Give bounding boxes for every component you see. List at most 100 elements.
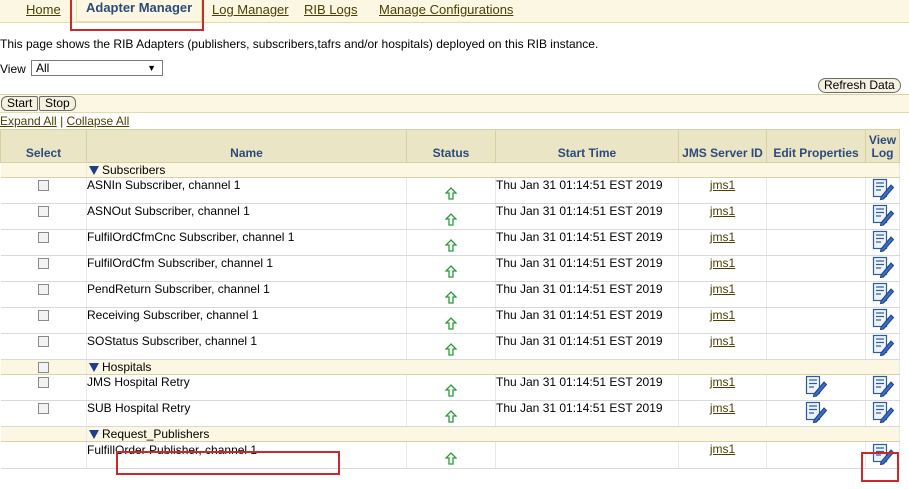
group-select-cell: [0, 426, 87, 442]
view-log-icon[interactable]: [871, 308, 895, 330]
start-time: [495, 441, 679, 469]
view-select[interactable]: All ▼: [31, 60, 163, 76]
jms-server-link[interactable]: jms1: [710, 230, 735, 244]
jms-server-link[interactable]: jms1: [710, 375, 735, 389]
adapter-name: FulfilOrdCfmCnc Subscriber, channel 1: [86, 229, 407, 256]
view-log-icon[interactable]: [871, 334, 895, 356]
header-start-time: Start Time: [495, 129, 679, 163]
tab-manage-configurations[interactable]: Manage Configurations: [379, 2, 513, 17]
start-time: Thu Jan 31 01:14:51 EST 2019: [495, 281, 679, 308]
start-button[interactable]: Start: [1, 96, 39, 111]
group-select-checkbox[interactable]: [37, 362, 49, 374]
up-arrow-icon: [445, 384, 457, 397]
jms-server-link[interactable]: jms1: [710, 308, 735, 322]
jms-server-link[interactable]: jms1: [710, 282, 735, 296]
tab-adapter-manager[interactable]: Adapter Manager: [76, 0, 203, 22]
jms-server-link[interactable]: jms1: [710, 204, 735, 218]
table-row: PendReturn Subscriber, channel 1 Thu Jan…: [0, 281, 900, 308]
chevron-down-icon: ▼: [147, 63, 156, 73]
row-select-checkbox[interactable]: [37, 377, 49, 389]
adapter-name: PendReturn Subscriber, channel 1: [86, 281, 407, 308]
view-log-icon[interactable]: [871, 401, 895, 423]
collapse-all-link[interactable]: Collapse All: [67, 114, 130, 128]
edit-properties-cell: [766, 203, 866, 230]
row-select-checkbox[interactable]: [37, 336, 49, 348]
row-select-checkbox[interactable]: [37, 206, 49, 218]
adapter-name: SOStatus Subscriber, channel 1: [86, 333, 407, 360]
refresh-data-button[interactable]: Refresh Data: [818, 78, 901, 93]
up-arrow-icon: [445, 317, 457, 330]
edit-properties-cell: [766, 441, 866, 469]
start-time: Thu Jan 31 01:14:51 EST 2019: [495, 203, 679, 230]
top-nav: Home Adapter Manager Log Manager RIB Log…: [0, 0, 909, 23]
tab-log-manager[interactable]: Log Manager: [212, 2, 289, 17]
toolbar-band: [0, 78, 909, 95]
tab-rib-logs[interactable]: RIB Logs: [304, 2, 357, 17]
view-log-icon[interactable]: [871, 282, 895, 304]
view-log-icon[interactable]: [871, 178, 895, 200]
row-select-checkbox[interactable]: [37, 284, 49, 296]
adapter-name: Receiving Subscriber, channel 1: [86, 307, 407, 334]
edit-properties-cell: [766, 307, 866, 334]
table-row: FulfilOrdCfm Subscriber, channel 1 Thu J…: [0, 255, 900, 282]
jms-server-link[interactable]: jms1: [710, 442, 735, 456]
edit-properties-cell: [766, 333, 866, 360]
header-status: Status: [406, 129, 496, 163]
view-log-icon[interactable]: [871, 204, 895, 226]
up-arrow-icon: [445, 187, 457, 200]
view-log-icon[interactable]: [871, 256, 895, 278]
adapter-name: SUB Hospital Retry: [86, 400, 407, 427]
up-arrow-icon: [445, 239, 457, 252]
row-select-checkbox[interactable]: [37, 310, 49, 322]
edit-properties-icon[interactable]: [804, 375, 828, 397]
row-select-checkbox[interactable]: [37, 258, 49, 270]
expand-all-link[interactable]: Expand All: [0, 114, 57, 128]
up-arrow-icon: [445, 265, 457, 278]
up-arrow-icon: [445, 452, 457, 465]
adapter-name: FulfillOrder Publisher, channel 1: [86, 441, 407, 469]
triangle-down-icon[interactable]: [89, 363, 99, 372]
start-time: Thu Jan 31 01:14:51 EST 2019: [495, 333, 679, 360]
view-log-icon[interactable]: [871, 375, 895, 397]
group-label: Request_Publishers: [102, 427, 210, 441]
up-arrow-icon: [445, 213, 457, 226]
table-row: Receiving Subscriber, channel 1 Thu Jan …: [0, 307, 900, 334]
row-select-checkbox[interactable]: [37, 232, 49, 244]
group-label: Hospitals: [102, 360, 152, 374]
triangle-down-icon[interactable]: [89, 430, 99, 439]
adapter-name: JMS Hospital Retry: [86, 374, 407, 401]
view-log-icon[interactable]: [871, 443, 895, 465]
jms-server-link[interactable]: jms1: [710, 401, 735, 415]
table-row: ASNOut Subscriber, channel 1 Thu Jan 31 …: [0, 203, 900, 230]
group-row-hospitals: Hospitals: [0, 359, 900, 375]
stop-button[interactable]: Stop: [39, 96, 76, 111]
start-time: Thu Jan 31 01:14:51 EST 2019: [495, 255, 679, 282]
jms-server-link[interactable]: jms1: [710, 334, 735, 348]
adapter-name: ASNIn Subscriber, channel 1: [86, 177, 407, 204]
header-edit-properties: Edit Properties: [766, 129, 866, 163]
table-row: FulfillOrder Publisher, channel 1 jms1: [0, 441, 900, 469]
row-select-checkbox[interactable]: [37, 403, 49, 415]
up-arrow-icon: [445, 410, 457, 423]
row-select-cell: [0, 441, 87, 469]
jms-server-link[interactable]: jms1: [710, 178, 735, 192]
table-row: FulfilOrdCfmCnc Subscriber, channel 1 Th…: [0, 229, 900, 256]
table-row: ASNIn Subscriber, channel 1 Thu Jan 31 0…: [0, 177, 900, 204]
tab-home[interactable]: Home: [26, 2, 61, 17]
controls-band: [0, 95, 909, 113]
expand-collapse-links: Expand All | Collapse All: [0, 114, 129, 128]
edit-properties-icon[interactable]: [804, 401, 828, 423]
jms-server-link[interactable]: jms1: [710, 256, 735, 270]
group-name-cell: Hospitals: [86, 359, 900, 375]
group-row-request-publishers: Request_Publishers: [0, 426, 900, 442]
group-label: Subscribers: [102, 163, 166, 177]
triangle-down-icon[interactable]: [89, 166, 99, 175]
link-separator: |: [60, 114, 64, 128]
page-description: This page shows the RIB Adapters (publis…: [0, 37, 599, 51]
row-select-checkbox[interactable]: [37, 180, 49, 192]
up-arrow-icon: [445, 343, 457, 356]
up-arrow-icon: [445, 291, 457, 304]
table-row: SUB Hospital Retry Thu Jan 31 01:14:51 E…: [0, 400, 900, 427]
start-time: Thu Jan 31 01:14:51 EST 2019: [495, 374, 679, 401]
view-log-icon[interactable]: [871, 230, 895, 252]
